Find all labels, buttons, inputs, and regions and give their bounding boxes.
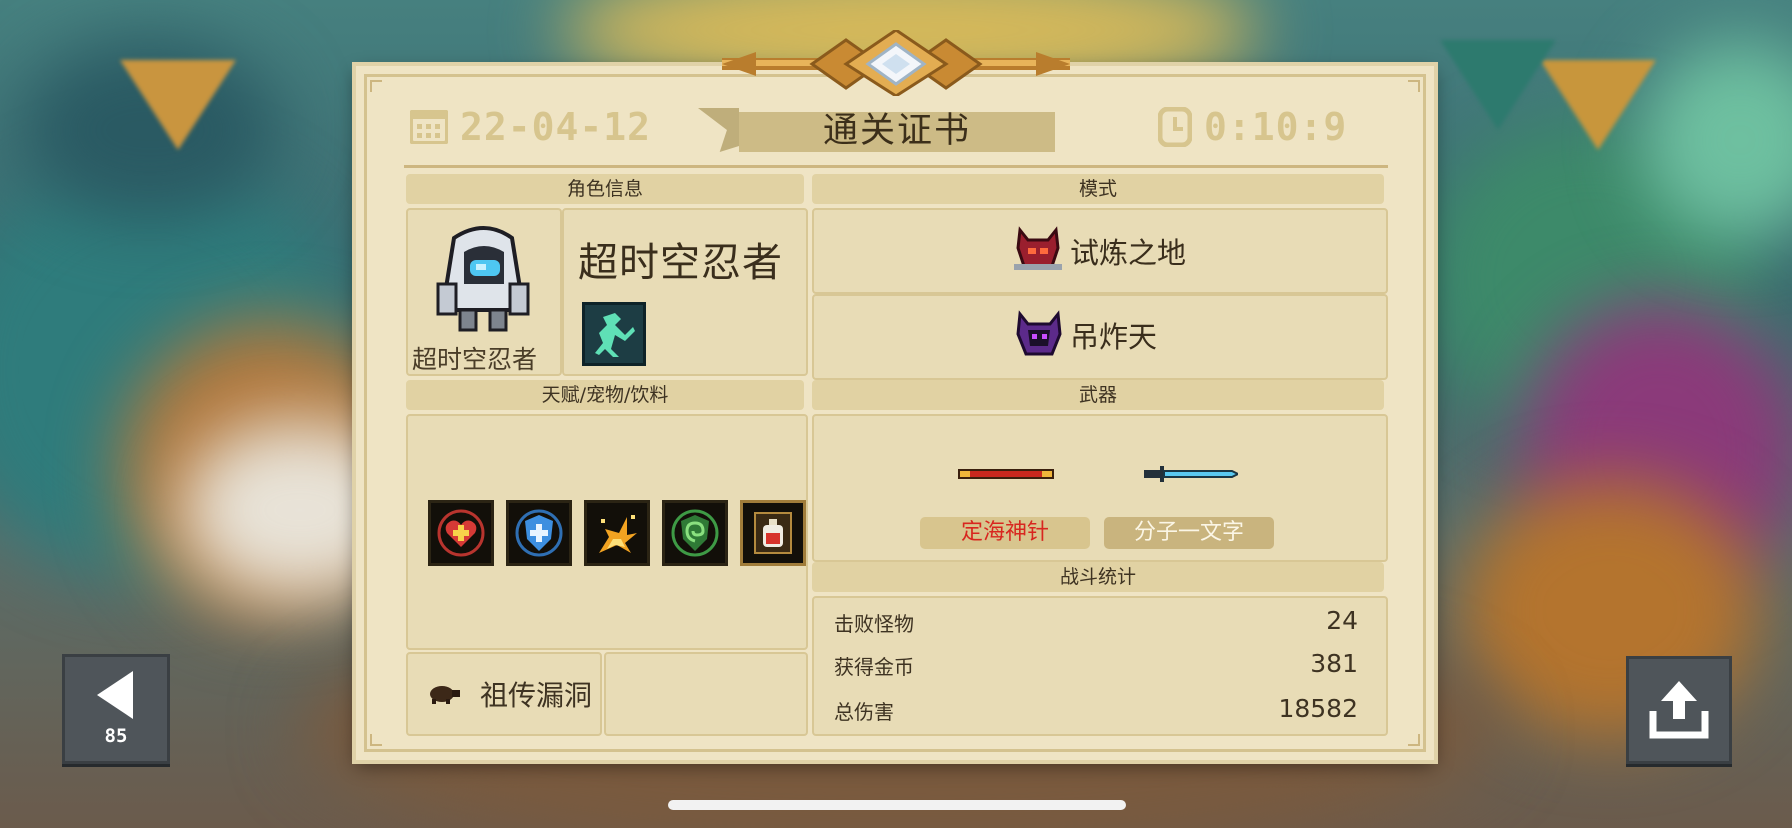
character-section-header: 角色信息 [406, 174, 804, 204]
talent-icon-row [428, 500, 806, 566]
red-demon-helmet-icon [1014, 226, 1062, 270]
green-swirl-icon[interactable] [662, 500, 728, 566]
weapons-section-header: 武器 [812, 380, 1384, 410]
clock-icon [1158, 107, 1192, 147]
relic-label: 祖传漏洞 [480, 679, 593, 712]
stat-value-damage: 18582 [1278, 694, 1358, 723]
mode-item-1: 试炼之地 [1012, 226, 1186, 276]
mode-item-2: 吊炸天 [1014, 310, 1157, 360]
back-button[interactable]: 85 [62, 654, 170, 764]
share-button[interactable] [1626, 656, 1732, 764]
time-text: 0:10:9 [1204, 105, 1348, 149]
relic-empty-cell [604, 652, 808, 736]
heart-plus-icon[interactable] [428, 500, 494, 566]
weapons-cell [812, 414, 1388, 562]
header-divider [404, 165, 1388, 168]
potion-bottle-icon[interactable] [740, 500, 806, 566]
calendar-icon [410, 110, 448, 144]
date-text: 22-04-12 [460, 105, 652, 149]
katana-icon[interactable] [1144, 464, 1238, 484]
gem-crest-icon [722, 30, 1070, 96]
stat-value-gold: 381 [1310, 649, 1358, 678]
mode-label-1: 试炼之地 [1070, 236, 1187, 270]
back-count: 85 [104, 725, 128, 747]
stat-label-damage: 总伤害 [834, 700, 894, 724]
talents-section-header: 天赋/宠物/饮料 [406, 380, 804, 410]
purple-demon-helmet-icon [1016, 310, 1062, 356]
weapon-name-2: 分子一文字 [1104, 517, 1274, 549]
time-display: 0:10:9 [1158, 105, 1348, 149]
home-indicator[interactable] [668, 800, 1126, 810]
explosion-icon[interactable] [584, 500, 650, 566]
mode-section-header: 模式 [812, 174, 1384, 204]
bug-icon [430, 686, 460, 704]
weapon-name-1: 定海神针 [920, 517, 1090, 549]
relic-item: 祖传漏洞 [426, 674, 592, 714]
portrait-label: 超时空忍者 [412, 345, 538, 374]
share-icon [1649, 681, 1709, 739]
stat-label-kills: 击败怪物 [834, 612, 914, 636]
golden-staff-icon[interactable] [958, 466, 1054, 482]
ninja-skill-icon[interactable] [582, 302, 646, 366]
stats-section-header: 战斗统计 [812, 562, 1384, 592]
stat-label-gold: 获得金币 [834, 655, 914, 679]
character-name: 超时空忍者 [578, 240, 783, 286]
certificate-title: 通关证书 [822, 111, 971, 151]
date-display: 22-04-12 [410, 105, 652, 149]
character-portrait [436, 226, 530, 332]
shield-plus-icon[interactable] [506, 500, 572, 566]
back-arrow-icon [97, 671, 133, 719]
mode-label-2: 吊炸天 [1070, 320, 1158, 354]
stat-value-kills: 24 [1326, 606, 1358, 635]
